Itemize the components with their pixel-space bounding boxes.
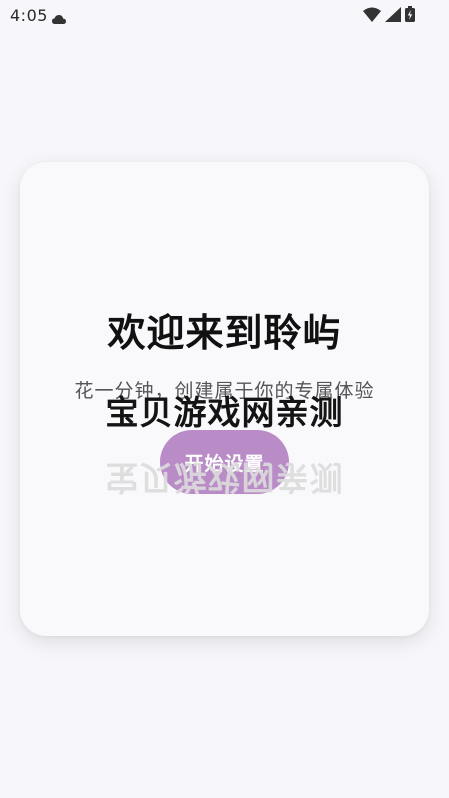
status-bar: 4:05	[0, 0, 449, 30]
welcome-title: 欢迎来到聆屿	[107, 311, 342, 355]
status-time: 4:05	[10, 6, 48, 25]
signal-icon	[385, 6, 401, 26]
battery-icon	[405, 6, 415, 26]
watermark-text: 宝贝游戏网亲测	[105, 393, 344, 432]
status-icons	[363, 6, 415, 26]
cloud-icon	[52, 10, 66, 29]
wifi-icon	[363, 7, 381, 26]
watermark-reflection: 宝贝游戏网亲测	[105, 458, 344, 497]
